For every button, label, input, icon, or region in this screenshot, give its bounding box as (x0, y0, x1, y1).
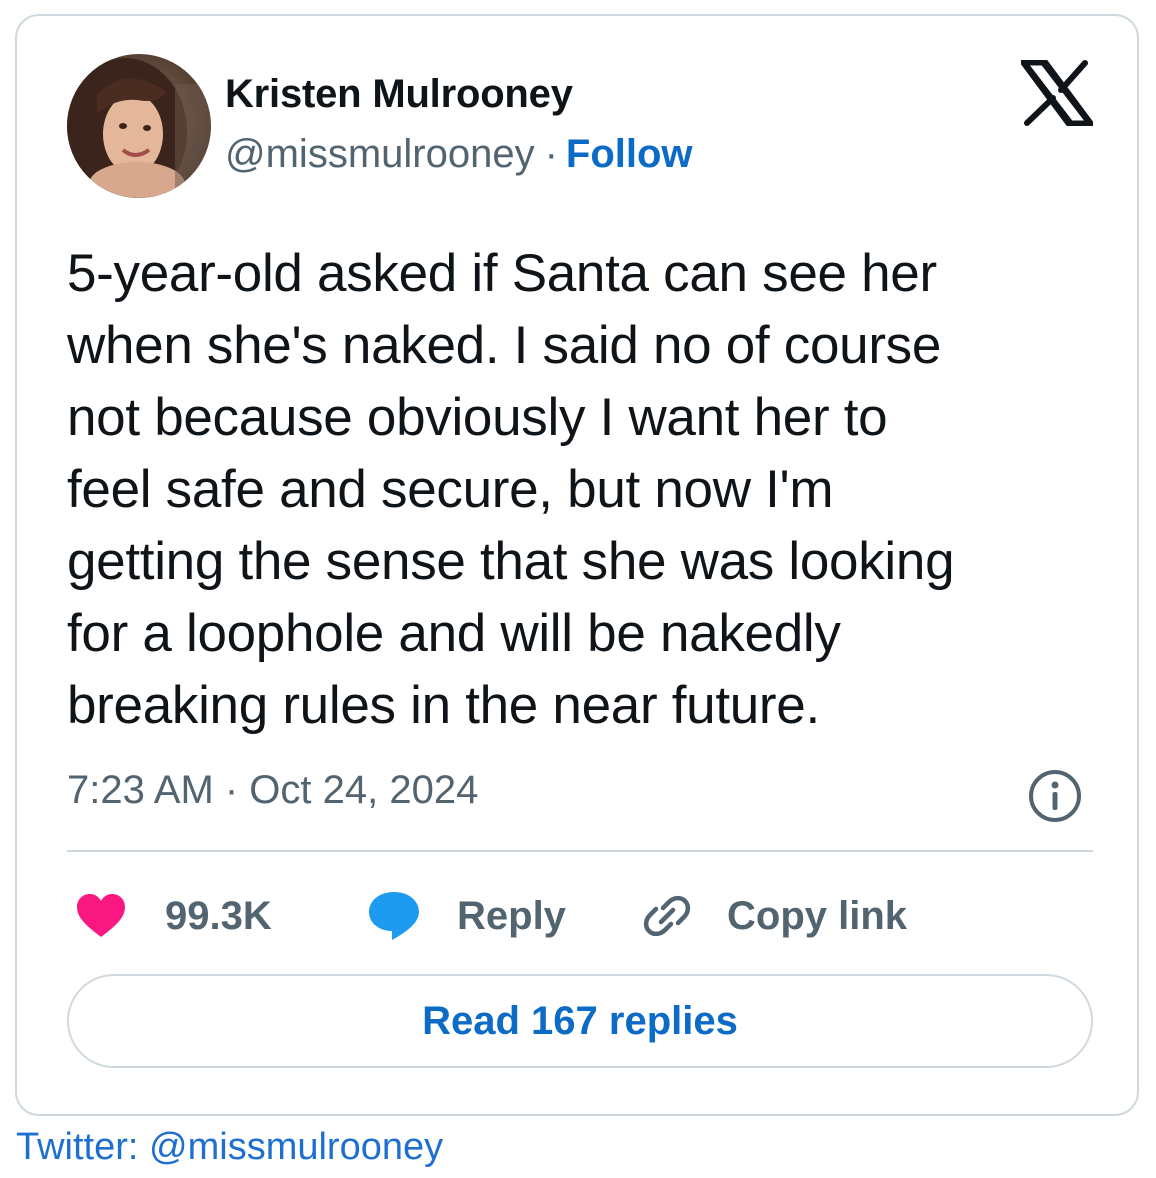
like-button[interactable]: 99.3K (75, 886, 272, 946)
author-handle-row: @missmulrooney · Follow (225, 132, 693, 177)
read-replies-button[interactable]: Read 167 replies (67, 974, 1093, 1068)
tweet-text: 5-year-old asked if Santa can see her wh… (67, 238, 1097, 742)
tweet-line: when she's naked. I said no of course (67, 316, 942, 375)
tweet-card: Kristen Mulrooney @missmulrooney · Follow … (15, 14, 1139, 1116)
tweet-timestamp[interactable]: 7:23 AM · Oct 24, 2024 (67, 768, 478, 813)
divider (67, 850, 1093, 852)
avatar[interactable] (67, 54, 211, 198)
source-caption[interactable]: Twitter: @missmulrooney (16, 1126, 443, 1169)
info-icon[interactable] (1027, 768, 1083, 824)
reply-label: Reply (457, 893, 566, 938)
author-name[interactable]: Kristen Mulrooney (225, 72, 573, 117)
tweet-line: for a loophole and will be nakedly (67, 604, 841, 663)
tweet-line: not because obviously I want her to (67, 388, 888, 447)
tweet-line: feel safe and secure, but now I'm (67, 460, 834, 519)
follow-link[interactable]: Follow (566, 132, 693, 176)
heart-icon (77, 894, 125, 937)
separator-dot: · (544, 132, 558, 176)
reply-button[interactable]: Reply (367, 886, 566, 946)
like-count: 99.3K (165, 893, 272, 938)
copy-link-button[interactable]: Copy link (639, 886, 907, 946)
x-logo-icon[interactable] (1021, 60, 1093, 126)
copy-link-label: Copy link (727, 893, 908, 938)
speech-bubble-icon (369, 892, 419, 940)
link-icon (643, 895, 691, 937)
tweet-line: getting the sense that she was looking (67, 532, 955, 591)
author-handle[interactable]: @missmulrooney (225, 132, 535, 176)
tweet-line: breaking rules in the near future. (67, 676, 820, 735)
tweet-line: 5-year-old asked if Santa can see her (67, 244, 937, 303)
